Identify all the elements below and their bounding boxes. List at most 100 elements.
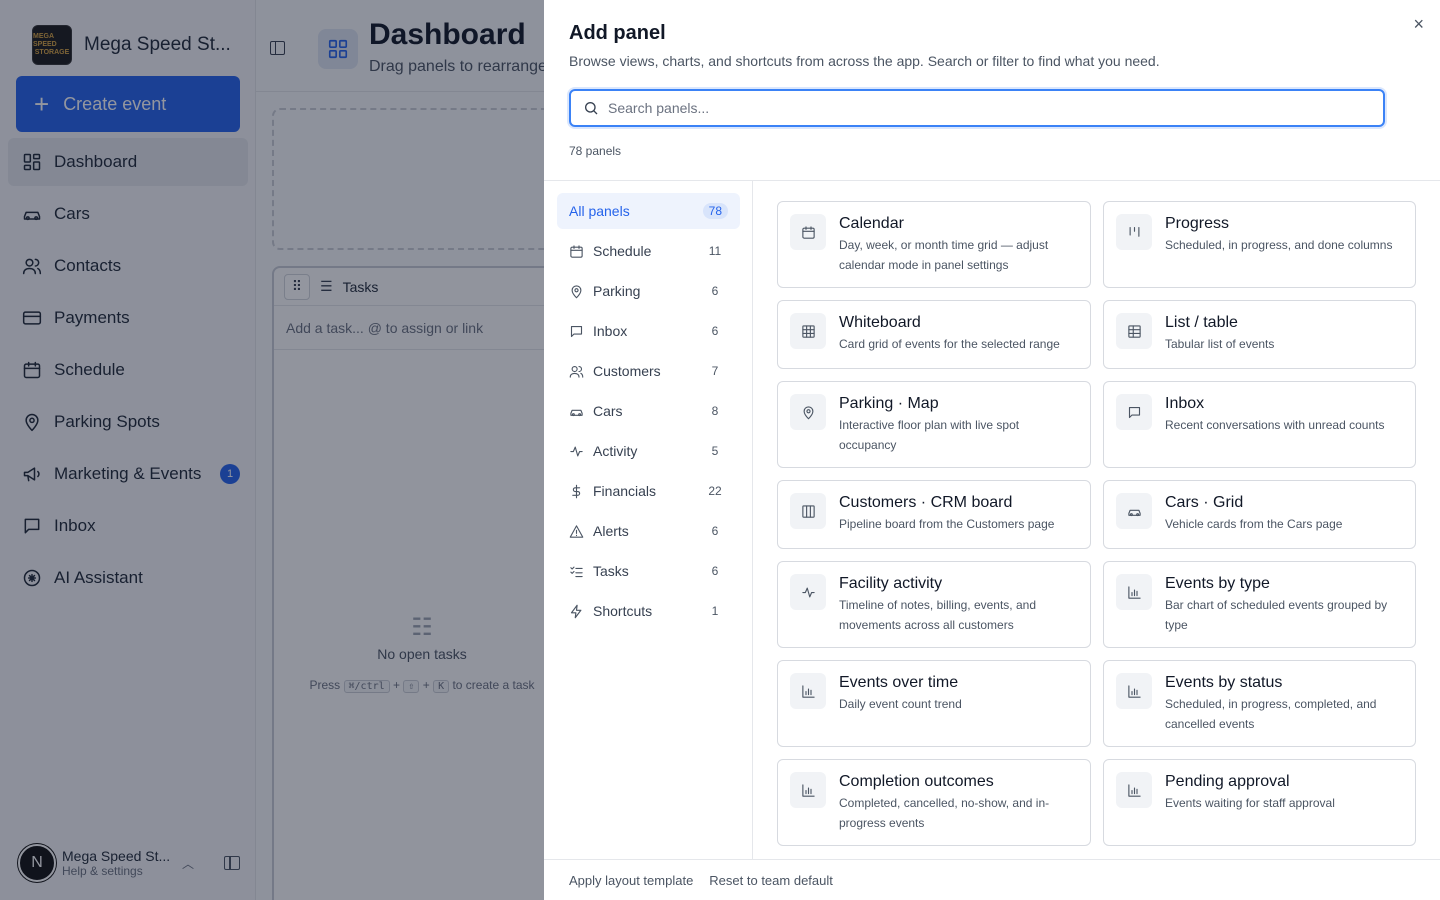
category-label: Schedule <box>593 243 652 259</box>
bar-chart-icon <box>790 673 826 709</box>
category-list: All panels 78 Schedule 11 Parking 6 Inbo… <box>544 181 753 859</box>
car-icon <box>1116 493 1152 529</box>
panel-title: Cars · Grid <box>1165 494 1244 511</box>
category-count: 1 <box>711 604 719 618</box>
drawer-title: Add panel <box>569 22 666 44</box>
bar-chart-icon <box>790 772 826 808</box>
search-input[interactable] <box>608 100 1383 116</box>
table-icon <box>1116 313 1152 349</box>
calendar-icon <box>570 244 583 258</box>
panel-description: Scheduled, in progress, and done columns <box>1165 238 1393 252</box>
panel-card-calendar[interactable]: Calendar Day, week, or month time grid — … <box>777 201 1091 288</box>
panel-title: Parking · Map <box>839 395 939 412</box>
panel-description: Daily event count trend <box>839 697 962 711</box>
category-label: All panels <box>569 203 630 219</box>
message-icon <box>1116 394 1152 430</box>
panel-card-events-by-type[interactable]: Events by type Bar chart of scheduled eve… <box>1103 561 1416 648</box>
panel-card-cars-grid[interactable]: Cars · Grid Vehicle cards from the Cars p… <box>1103 480 1416 549</box>
alert-icon <box>569 524 584 538</box>
panel-title: Progress <box>1165 215 1230 232</box>
grid-icon <box>790 313 826 349</box>
category-tasks[interactable]: Tasks 6 <box>557 553 740 589</box>
panel-card-pending-approval[interactable]: Pending approval Events waiting for staff… <box>1103 759 1416 846</box>
panel-title: Inbox <box>1165 395 1205 412</box>
category-inbox[interactable]: Inbox 6 <box>557 313 740 349</box>
bolt-icon <box>570 604 582 618</box>
category-count: 22 <box>708 484 722 498</box>
category-label: Activity <box>593 443 638 459</box>
panel-card-list-table[interactable]: List / table Tabular list of events <box>1103 300 1416 369</box>
search-icon <box>585 102 598 115</box>
panel-card-events-over-time[interactable]: Events over time Daily event count trend <box>777 660 1091 747</box>
panel-count: 78 panels <box>569 144 622 158</box>
category-label: Inbox <box>593 323 628 339</box>
category-count: 5 <box>711 444 719 458</box>
panel-card-completion-outcomes[interactable]: Completion outcomes Completed, cancelled,… <box>777 759 1091 846</box>
category-label: Parking <box>593 283 641 299</box>
category-count: 6 <box>711 284 719 298</box>
panel-title: Calendar <box>839 215 904 232</box>
category-parking[interactable]: Parking 6 <box>557 273 740 309</box>
panel-card-customers-crm[interactable]: Customers · CRM board Pipeline board from… <box>777 480 1091 549</box>
bar-chart-icon <box>1116 772 1152 808</box>
panel-title: Customers · CRM board <box>839 494 1013 511</box>
category-count: 11 <box>708 244 722 258</box>
panel-card-inbox[interactable]: Inbox Recent conversations with unread co… <box>1103 381 1416 468</box>
category-shortcuts[interactable]: Shortcuts 1 <box>557 593 740 629</box>
category-financials[interactable]: Financials 22 <box>557 473 740 509</box>
category-label: Financials <box>593 483 657 499</box>
category-customers[interactable]: Customers 7 <box>557 353 740 389</box>
modal-backdrop[interactable] <box>0 0 544 900</box>
panel-card-facility-activity[interactable]: Facility activity Timeline of notes, bill… <box>777 561 1091 648</box>
panel-card-progress[interactable]: Progress Scheduled, in progress, and done… <box>1103 201 1416 288</box>
panel-description: Events waiting for staff approval <box>1165 796 1335 810</box>
panel-description: Vehicle cards from the Cars page <box>1165 517 1343 531</box>
panel-title: Pending approval <box>1165 773 1290 790</box>
category-count: 7 <box>711 364 719 378</box>
contacts-icon <box>569 365 584 378</box>
panel-card-whiteboard[interactable]: Whiteboard Card grid of events for the se… <box>777 300 1091 369</box>
columns-icon <box>1116 214 1152 250</box>
board-icon <box>790 493 826 529</box>
search-box[interactable] <box>569 89 1385 127</box>
panel-title: Facility activity <box>839 575 943 592</box>
apply-layout-template-button[interactable]: Apply layout template <box>569 873 693 888</box>
activity-icon <box>790 574 826 610</box>
category-cars[interactable]: Cars 8 <box>557 393 740 429</box>
panel-description: Bar chart of scheduled events grouped by… <box>1165 598 1388 632</box>
reset-to-default-button[interactable]: Reset to team default <box>709 873 833 888</box>
category-label: Shortcuts <box>593 603 653 619</box>
panel-card-events-by-status[interactable]: Events by status Scheduled, in progress, … <box>1103 660 1416 747</box>
bar-chart-icon <box>1116 574 1152 610</box>
map-pin-icon <box>790 394 826 430</box>
panel-description: Tabular list of events <box>1165 337 1275 351</box>
panel-title: Completion outcomes <box>839 773 994 790</box>
panel-title: Events by status <box>1165 674 1283 691</box>
calendar-icon <box>790 214 826 250</box>
category-all-panels[interactable]: All panels 78 <box>557 193 740 229</box>
add-panel-drawer: × Add panel Browse views, charts, and sh… <box>544 0 1440 900</box>
category-count: 6 <box>711 524 719 538</box>
activity-icon <box>570 446 583 456</box>
panel-title: Events by type <box>1165 575 1270 592</box>
category-activity[interactable]: Activity 5 <box>557 433 740 469</box>
panel-description: Card grid of events for the selected ran… <box>839 337 1060 351</box>
panel-description: Pipeline board from the Customers page <box>839 517 1055 531</box>
category-count: 8 <box>711 404 719 418</box>
category-label: Customers <box>593 363 661 379</box>
category-schedule[interactable]: Schedule 11 <box>557 233 740 269</box>
category-count: 78 <box>702 203 728 219</box>
panel-title: Whiteboard <box>839 314 921 331</box>
bar-chart-icon <box>1116 673 1152 709</box>
panel-description: Timeline of notes, billing, events, and … <box>839 598 1036 632</box>
close-icon[interactable]: × <box>1413 14 1424 35</box>
category-alerts[interactable]: Alerts 6 <box>557 513 740 549</box>
panel-card-parking-map[interactable]: Parking · Map Interactive floor plan with… <box>777 381 1091 468</box>
category-label: Alerts <box>593 523 629 539</box>
panel-description: Scheduled, in progress, completed, and c… <box>1165 697 1377 731</box>
panel-grid: Calendar Day, week, or month time grid — … <box>777 201 1417 859</box>
message-icon <box>570 325 583 337</box>
panel-title: List / table <box>1165 314 1238 331</box>
category-label: Tasks <box>593 563 629 579</box>
car-icon <box>570 409 583 416</box>
